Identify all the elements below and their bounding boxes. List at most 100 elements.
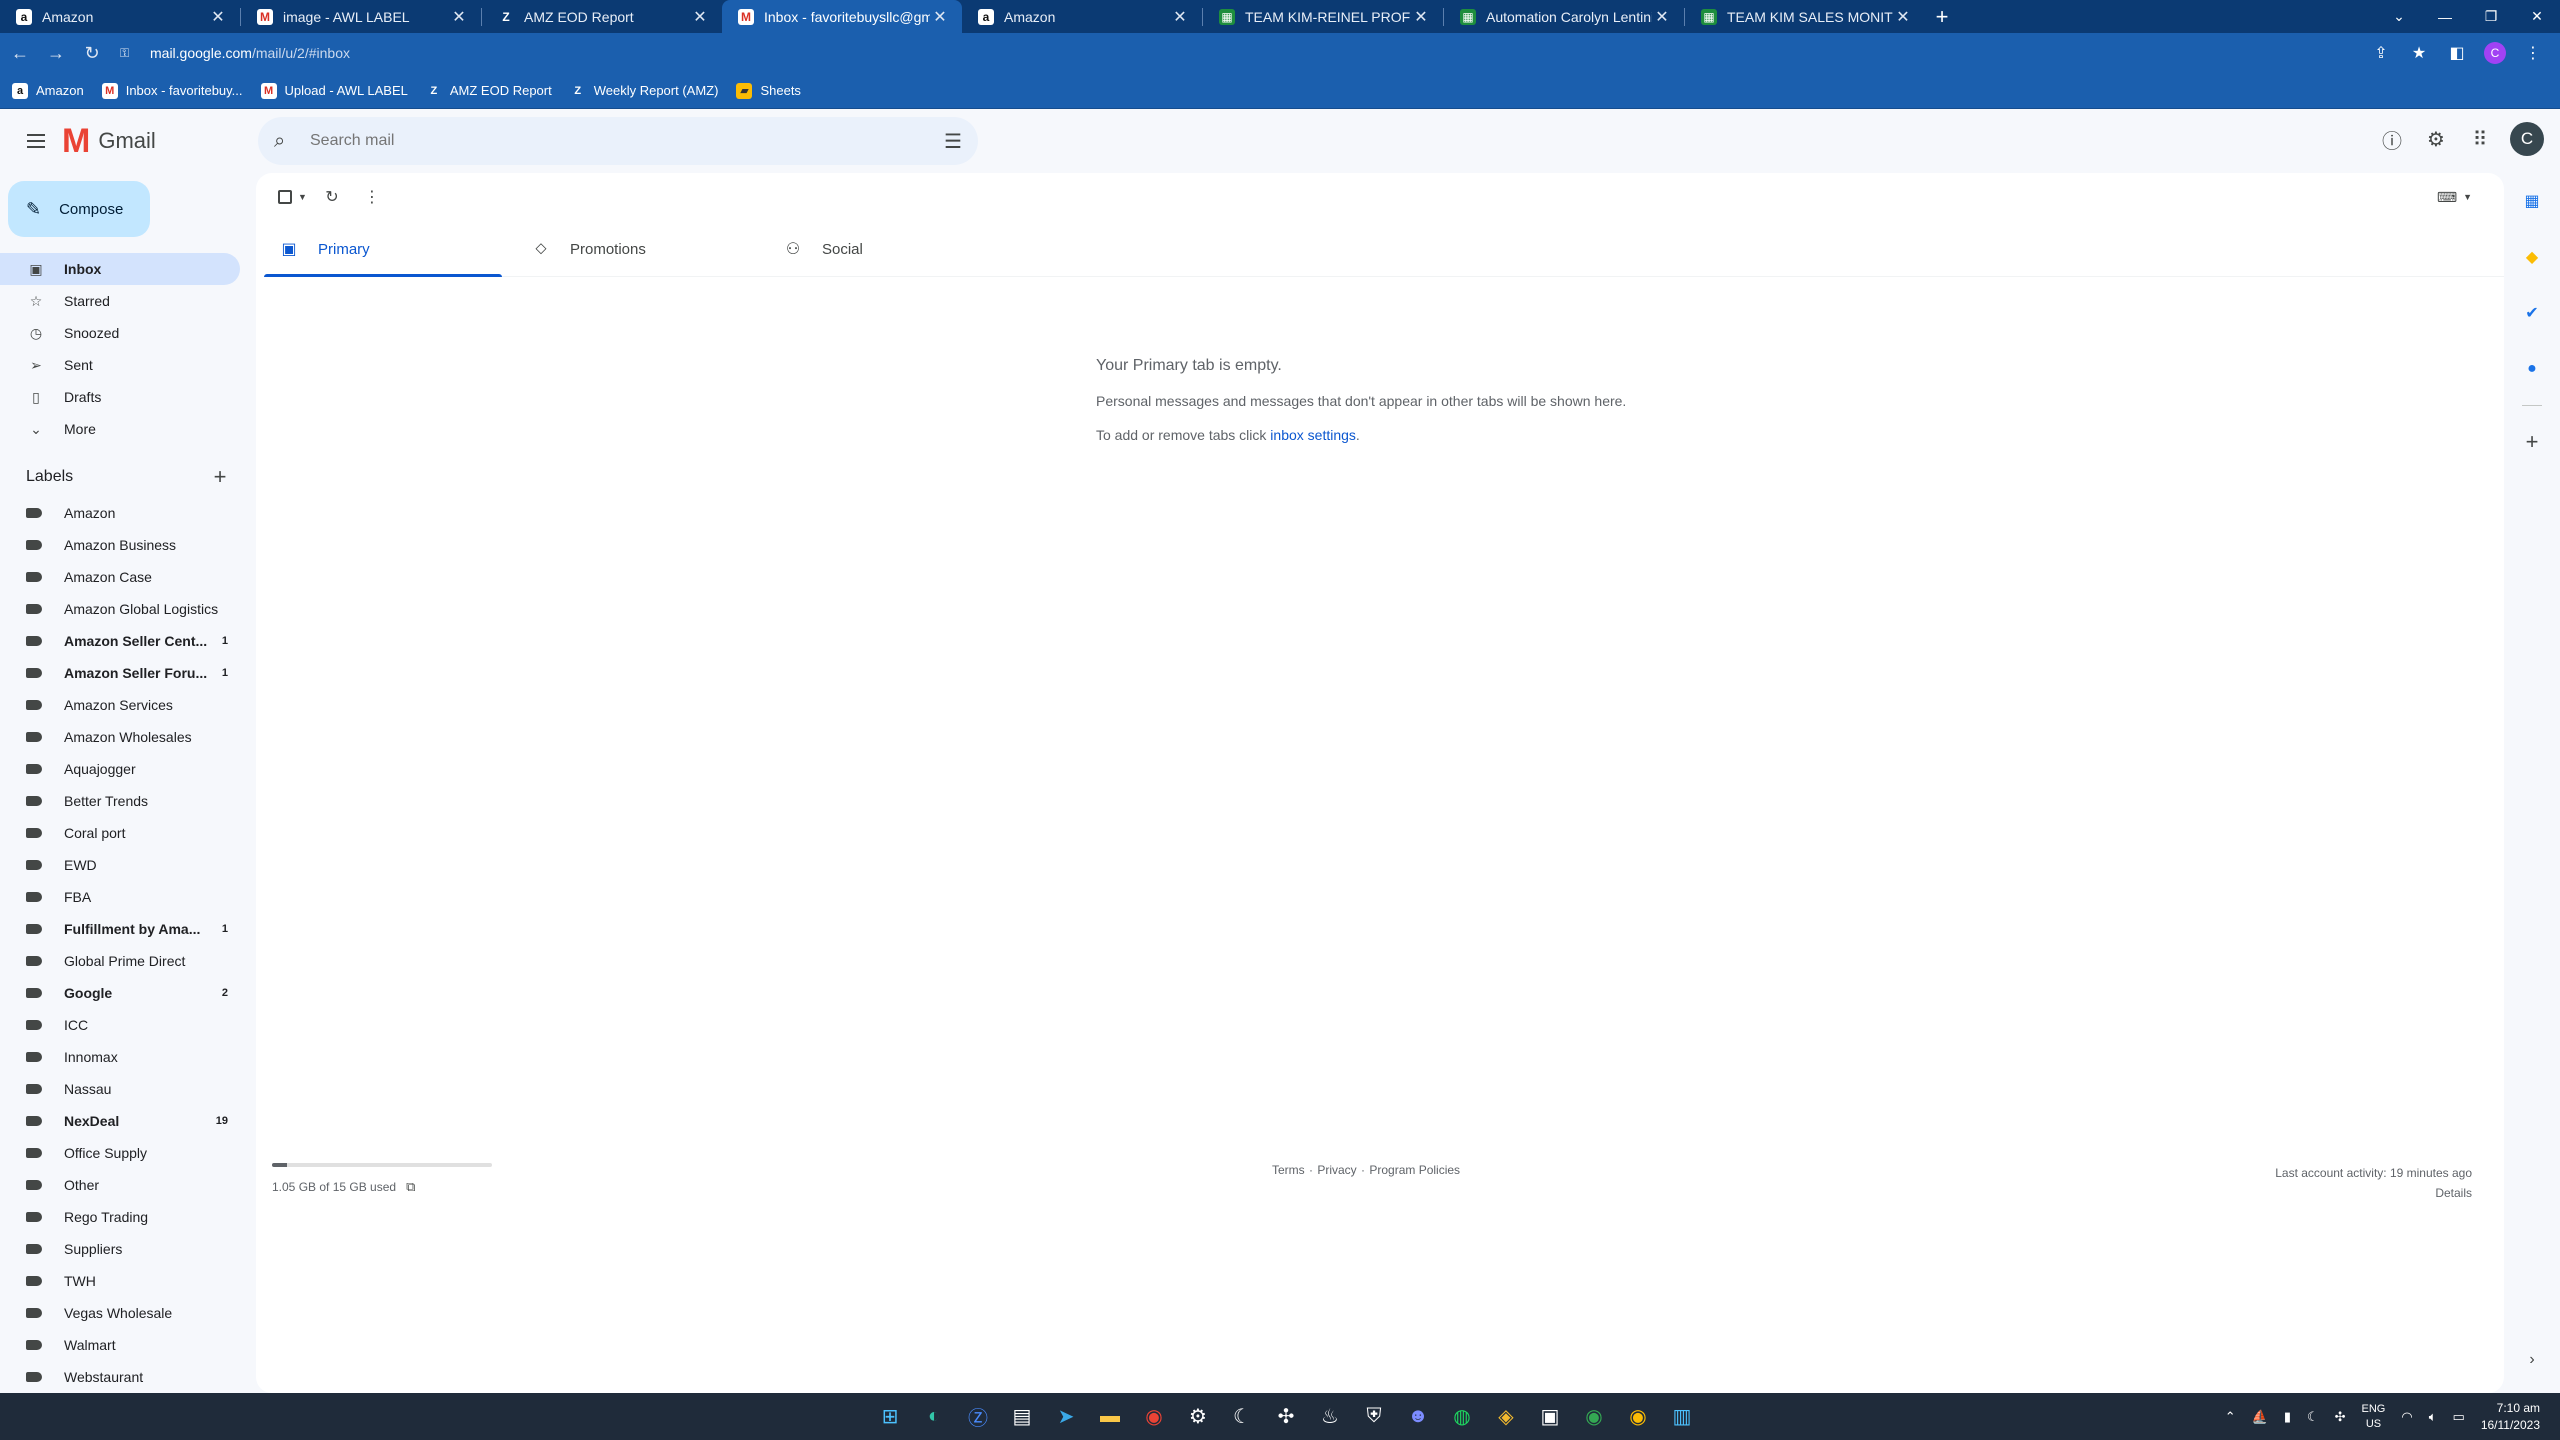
tray-app-icon[interactable]: ⛵ bbox=[2252, 1409, 2268, 1425]
nav-item-starred[interactable]: ☆ Starred bbox=[0, 285, 240, 317]
main-menu-icon[interactable] bbox=[12, 117, 60, 165]
url-field[interactable]: ⚿ mail.google.com/mail/u/2/#inbox bbox=[120, 37, 2362, 69]
label-item[interactable]: Global Prime Direct bbox=[0, 945, 240, 977]
browser-tab[interactable]: M Inbox - favoritebuysllc@gmail.c✕ bbox=[722, 0, 962, 33]
tray-moon-icon[interactable]: ☾ bbox=[2307, 1409, 2319, 1425]
tab-social[interactable]: ⚇ Social bbox=[768, 221, 1020, 277]
clock[interactable]: 7:10 am 16/11/2023 bbox=[2481, 1400, 2540, 1434]
account-avatar[interactable]: C bbox=[2510, 122, 2544, 156]
reload-button[interactable]: ↻ bbox=[76, 37, 108, 69]
keep-icon[interactable]: ◆ bbox=[2504, 229, 2560, 285]
volume-icon[interactable]: 🔈︎ bbox=[2429, 1409, 2437, 1425]
file-explorer-icon[interactable]: ▬ bbox=[1088, 1397, 1132, 1437]
screen-icon[interactable]: ▣ bbox=[1528, 1397, 1572, 1437]
browser-menu-icon[interactable]: ⋮ bbox=[2514, 43, 2552, 63]
label-item[interactable]: EWD bbox=[0, 849, 240, 881]
tab-close-icon[interactable]: ✕ bbox=[1652, 7, 1672, 27]
open-storage-icon[interactable]: ⧉ bbox=[406, 1179, 415, 1195]
label-item[interactable]: Google 2 bbox=[0, 977, 240, 1009]
label-item[interactable]: Amazon Seller Foru... 1 bbox=[0, 657, 240, 689]
input-tools-toggle[interactable]: ⌨ ▼ bbox=[2437, 189, 2472, 206]
create-label-icon[interactable]: + bbox=[204, 464, 236, 490]
label-item[interactable]: Vegas Wholesale bbox=[0, 1297, 240, 1329]
windows-start-icon[interactable]: ⊞ bbox=[868, 1397, 912, 1437]
notepad-icon[interactable]: ▥ bbox=[1660, 1397, 1704, 1437]
label-item[interactable]: Better Trends bbox=[0, 785, 240, 817]
bookmark-item[interactable]: Z Weekly Report (AMZ) bbox=[570, 83, 718, 99]
show-side-panel-icon[interactable]: › bbox=[2504, 1351, 2560, 1369]
bookmark-item[interactable]: M Upload - AWL LABEL bbox=[260, 82, 408, 99]
language-indicator[interactable]: ENG US bbox=[2362, 1402, 2386, 1432]
compose-button[interactable]: ✎ Compose bbox=[8, 181, 150, 237]
label-item[interactable]: ICC bbox=[0, 1009, 240, 1041]
label-item[interactable]: Suppliers bbox=[0, 1233, 240, 1265]
label-item[interactable]: Amazon Wholesales bbox=[0, 721, 240, 753]
settings-icon[interactable]: ⚙ bbox=[1176, 1397, 1220, 1437]
nav-item-sent[interactable]: ➢ Sent bbox=[0, 349, 240, 381]
label-item[interactable]: Webstaurant bbox=[0, 1361, 240, 1393]
discord-icon[interactable]: ☻ bbox=[1396, 1397, 1440, 1437]
zoom-icon[interactable]: Ⓩ bbox=[956, 1397, 1000, 1437]
browser-tab[interactable]: Mimage - AWL LABEL ✕ bbox=[241, 0, 481, 33]
search-icon[interactable]: ⌕ bbox=[274, 130, 298, 153]
label-item[interactable]: Office Supply bbox=[0, 1137, 240, 1169]
chrome-active-icon[interactable]: ◉ bbox=[1616, 1397, 1660, 1437]
calculator-icon[interactable]: ▤ bbox=[1000, 1397, 1044, 1437]
tab-search-icon[interactable]: ⌄ bbox=[2376, 0, 2422, 33]
label-item[interactable]: Fulfillment by Ama... 1 bbox=[0, 913, 240, 945]
label-item[interactable]: FBA bbox=[0, 881, 240, 913]
spotify-icon[interactable]: ◍ bbox=[1440, 1397, 1484, 1437]
settings-gear-icon[interactable]: ⚙ bbox=[2414, 117, 2458, 161]
tray-overflow-icon[interactable]: ⌃ bbox=[2225, 1409, 2236, 1425]
tasks-icon[interactable]: ✔ bbox=[2504, 285, 2560, 341]
telegram-icon[interactable]: ➤ bbox=[1044, 1397, 1088, 1437]
nav-item-snoozed[interactable]: ◷ Snoozed bbox=[0, 317, 240, 349]
nav-item-more[interactable]: ⌄ More bbox=[0, 413, 240, 445]
forward-button[interactable]: → bbox=[40, 37, 72, 69]
tab-close-icon[interactable]: ✕ bbox=[1893, 7, 1913, 27]
wifi-icon[interactable]: ◠ bbox=[2401, 1409, 2412, 1425]
bookmark-item[interactable]: M Inbox - favoritebuy... bbox=[101, 82, 243, 99]
bookmark-item[interactable]: a Amazon bbox=[12, 82, 84, 99]
share-icon[interactable]: ⇪ bbox=[2362, 43, 2400, 63]
browser-tab[interactable]: Z AMZ EOD Report ✕ bbox=[482, 0, 722, 33]
label-item[interactable]: Amazon Business bbox=[0, 529, 240, 561]
tab-close-icon[interactable]: ✕ bbox=[208, 7, 228, 27]
select-menu-icon[interactable]: ▼ bbox=[298, 192, 312, 202]
bookmark-star-icon[interactable]: ★ bbox=[2400, 43, 2438, 63]
app-icon[interactable]: ☾ bbox=[1220, 1397, 1264, 1437]
back-button[interactable]: ← bbox=[4, 37, 36, 69]
help-icon[interactable]: ⓘ bbox=[2370, 117, 2414, 161]
minimize-button[interactable]: — bbox=[2422, 0, 2468, 33]
tab-primary[interactable]: ▣ Primary bbox=[264, 221, 516, 277]
browser-tab[interactable]: a Amazon ✕ bbox=[0, 0, 240, 33]
label-item[interactable]: Coral port bbox=[0, 817, 240, 849]
tab-close-icon[interactable]: ✕ bbox=[449, 7, 469, 27]
program-policies-link[interactable]: Program Policies bbox=[1369, 1163, 1460, 1177]
label-item[interactable]: Amazon Services bbox=[0, 689, 240, 721]
browser-tab[interactable]: ▦ TEAM KIM-REINEL PROFIT SHEE✕ bbox=[1203, 0, 1443, 33]
privacy-link[interactable]: Privacy bbox=[1317, 1163, 1356, 1177]
nav-item-drafts[interactable]: ▯ Drafts bbox=[0, 381, 240, 413]
chrome-profile-icon[interactable]: ◉ bbox=[1572, 1397, 1616, 1437]
link-icon[interactable]: ✣ bbox=[1264, 1397, 1308, 1437]
browser-tab[interactable]: ▦ Automation Carolyn Lentini Tea✕ bbox=[1444, 0, 1684, 33]
apps-grid-icon[interactable]: ⠿ bbox=[2458, 117, 2502, 161]
inbox-settings-link[interactable]: inbox settings bbox=[1270, 427, 1356, 443]
browser-tab[interactable]: ▦ TEAM KIM SALES MONITORING✕ bbox=[1685, 0, 1925, 33]
get-addons-icon[interactable]: + bbox=[2504, 414, 2560, 470]
tab-close-icon[interactable]: ✕ bbox=[930, 7, 950, 27]
label-item[interactable]: Rego Trading bbox=[0, 1201, 240, 1233]
browser-tab[interactable]: a Amazon ✕ bbox=[962, 0, 1202, 33]
nav-item-inbox[interactable]: ▣ Inbox bbox=[0, 253, 240, 285]
site-info-icon[interactable]: ⚿ bbox=[120, 46, 138, 61]
tray-drive-icon[interactable]: ▮ bbox=[2284, 1409, 2291, 1425]
calendar-icon[interactable]: ▦ bbox=[2504, 173, 2560, 229]
security-icon[interactable]: ⛨ bbox=[1352, 1397, 1396, 1437]
bookmark-item[interactable]: ▰ Sheets bbox=[736, 82, 801, 99]
tab-close-icon[interactable]: ✕ bbox=[1411, 7, 1431, 27]
edge-icon[interactable]: ◐ bbox=[912, 1397, 956, 1437]
label-item[interactable]: Amazon Seller Cent... 1 bbox=[0, 625, 240, 657]
close-window-button[interactable]: ✕ bbox=[2514, 0, 2560, 33]
label-item[interactable]: Other bbox=[0, 1169, 240, 1201]
